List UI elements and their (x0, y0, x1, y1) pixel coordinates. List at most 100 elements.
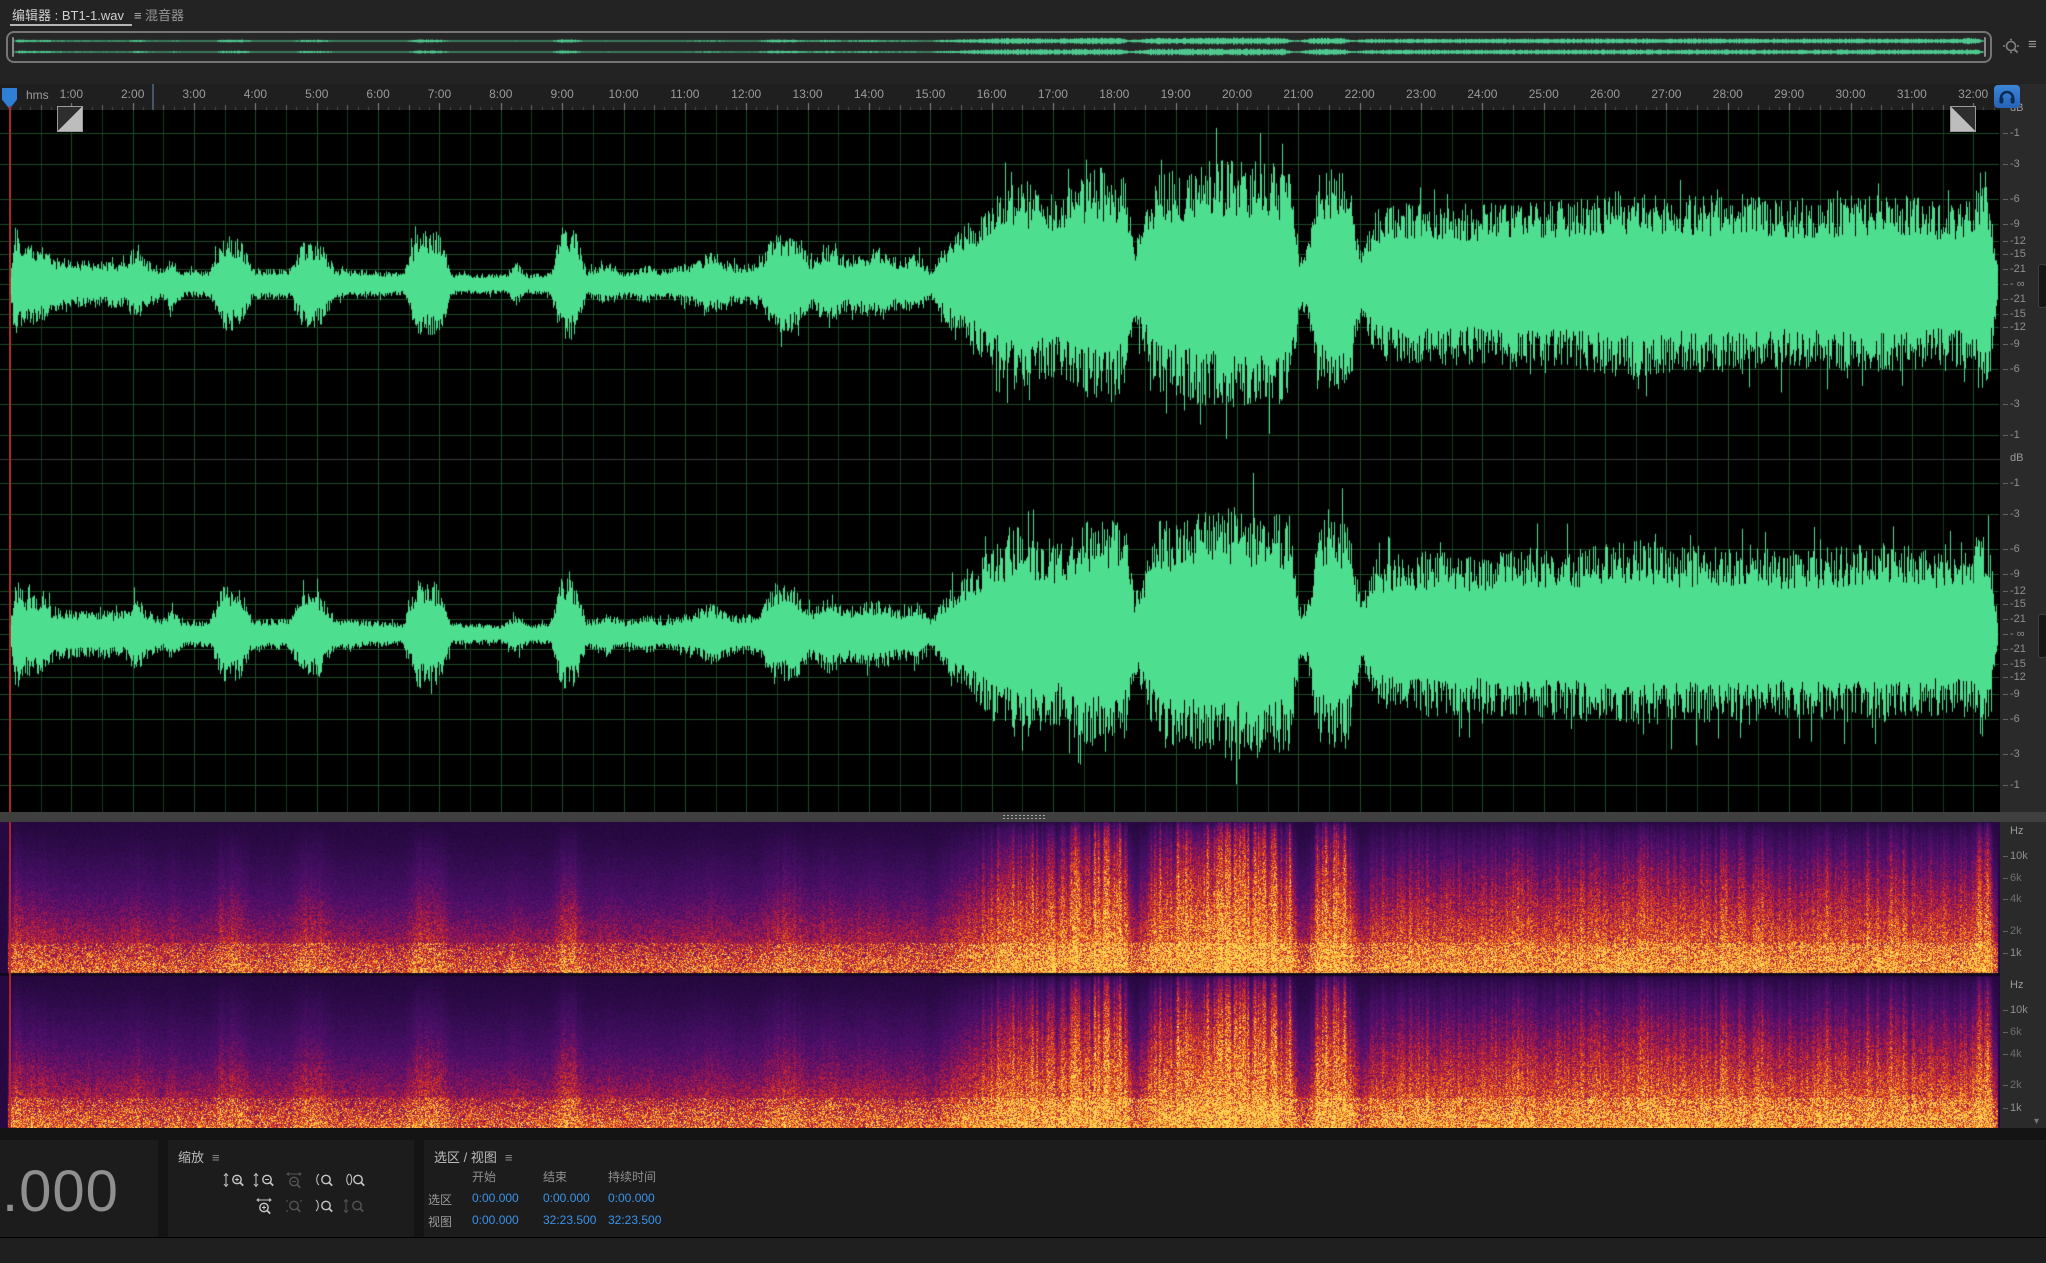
hz-scale-label: 10k (2010, 1005, 2028, 1015)
vertical-scrollbar-thumb-ch1[interactable] (2038, 264, 2046, 308)
db-scale-label: -1 (2010, 478, 2020, 488)
hz-scale-label: 6k (2010, 1027, 2022, 1037)
db-scale-label: -12 (2010, 322, 2026, 332)
db-scale-label: -9 (2010, 219, 2020, 229)
ruler-label: 22:00 (1345, 87, 1375, 101)
hz-scale-label: 4k (2010, 1049, 2022, 1059)
editor-panel-menu-icon[interactable]: ≡ (134, 8, 142, 23)
db-scale-label: -9 (2010, 569, 2020, 579)
ruler-label: 25:00 (1529, 87, 1559, 101)
zoom-panel-menu-icon[interactable]: ≡ (212, 1150, 220, 1165)
db-scale-label: -15 (2010, 659, 2026, 669)
ruler-label: 14:00 (854, 87, 884, 101)
ruler-label: 15:00 (915, 87, 945, 101)
zoom-in-amplitude-button[interactable] (223, 1172, 249, 1192)
db-scale-label: -1 (2010, 128, 2020, 138)
hz-scale-label: 2k (2010, 926, 2022, 936)
zoom-navigate-icon[interactable] (2002, 38, 2022, 58)
hz-scale-label: 4k (2010, 894, 2022, 904)
scale-column: dB-1-3-6-9-12-15-21- ∞-21-15-12-9-6-3-1d… (2000, 84, 2046, 1128)
db-scale-label: -21 (2010, 614, 2026, 624)
overview-thumb-left-handle[interactable] (12, 37, 14, 57)
zoom-panel-header: 缩放 ≡ (178, 1147, 220, 1166)
ruler-label: 4:00 (244, 87, 267, 101)
selection-panel-title: 选区 / 视图 (434, 1150, 497, 1165)
db-scale-label: - ∞ (2010, 279, 2025, 289)
ruler-label: 17:00 (1038, 87, 1068, 101)
hz-scale-label: 1k (2010, 948, 2022, 958)
fade-out-handle[interactable] (1950, 106, 1976, 132)
view-duration-value[interactable]: 32:23.500 (608, 1213, 661, 1227)
db-scale-label: -21 (2010, 644, 2026, 654)
db-scale-label: -12 (2010, 236, 2026, 246)
db-scale-label: -15 (2010, 599, 2026, 609)
column-header-end: 结束 (543, 1168, 567, 1185)
overview-scrollbar-thumb[interactable] (6, 31, 1992, 63)
overview-thumb-right-handle[interactable] (1984, 37, 1986, 57)
ruler-label: 7:00 (428, 87, 451, 101)
db-scale-label: -9 (2010, 689, 2020, 699)
collapse-arrow-icon[interactable]: ▾ (2034, 1116, 2039, 1127)
ruler-label: 2:00 (121, 87, 144, 101)
overview-menu-icon[interactable]: ≡ (2028, 36, 2037, 53)
db-scale-label: -1 (2010, 780, 2020, 790)
playhead-line[interactable] (9, 106, 11, 1128)
db-scale-label: -9 (2010, 339, 2020, 349)
zoom-to-selection-button[interactable] (343, 1172, 369, 1192)
ruler-mark (152, 84, 154, 110)
selection-duration-value[interactable]: 0:00.000 (608, 1191, 655, 1205)
timeline-ruler[interactable]: hms 1:002:003:004:005:006:007:008:009:00… (0, 84, 2000, 110)
headphone-monitor-button[interactable] (1994, 85, 2020, 108)
selection-panel-menu-icon[interactable]: ≡ (505, 1150, 513, 1165)
view-start-value[interactable]: 0:00.000 (472, 1213, 519, 1227)
zoom-panel-title: 缩放 (178, 1150, 204, 1165)
panel-tab-bar: 编辑器 : BT1-1.wav ≡ 混音器 (0, 0, 2046, 29)
db-scale-label: -6 (2010, 194, 2020, 204)
db-scale-label: -21 (2010, 264, 2026, 274)
ruler-label: 10:00 (608, 87, 638, 101)
ruler-unit-label: hms (26, 88, 49, 102)
db-scale-label: -3 (2010, 509, 2020, 519)
spectrogram-canvas[interactable] (0, 822, 2000, 1128)
ruler-label: 8:00 (489, 87, 512, 101)
hz-scale-label: 10k (2010, 851, 2028, 861)
selection-start-value[interactable]: 0:00.000 (472, 1191, 519, 1205)
zoom-in-time-button[interactable] (253, 1198, 279, 1218)
hz-unit-label: Hz (2010, 979, 2023, 991)
ruler-label: 9:00 (550, 87, 573, 101)
ruler-label: 24:00 (1467, 87, 1497, 101)
panel-divider[interactable] (0, 812, 2046, 822)
zoom-out-amplitude-button[interactable] (253, 1172, 279, 1192)
ruler-label: 1:00 (60, 87, 83, 101)
row-label-selection: 选区 (428, 1191, 452, 1208)
ruler-label: 26:00 (1590, 87, 1620, 101)
tab-editor[interactable]: 编辑器 : BT1-1.wav ≡ (12, 5, 142, 24)
tab-editor-label: 编辑器 : BT1-1.wav (12, 8, 124, 23)
ruler-label: 11:00 (670, 87, 699, 101)
view-end-value[interactable]: 32:23.500 (543, 1213, 596, 1227)
ruler-label: 18:00 (1099, 87, 1129, 101)
audition-window: 编辑器 : BT1-1.wav≡ 混音器 ≡ hms 1:002:003:004… (0, 0, 2046, 1263)
db-scale-label: -15 (2010, 309, 2026, 319)
zoom-in-at-out-point-button[interactable] (313, 1198, 339, 1218)
fade-in-handle[interactable] (57, 106, 83, 132)
zoom-in-at-in-point-button[interactable] (313, 1172, 339, 1192)
selection-panel-header: 选区 / 视图 ≡ (434, 1147, 512, 1166)
top-chrome: 编辑器 : BT1-1.wav ≡ 混音器 ≡ (0, 0, 2046, 84)
tab-mixer-label: 混音器 (145, 8, 184, 23)
db-scale-label: -12 (2010, 672, 2026, 682)
zoom-out-full-button (283, 1172, 309, 1192)
zoom-selection-time-button (343, 1198, 369, 1218)
time-display[interactable]: .000 (2, 1158, 119, 1225)
db-scale-label: -1 (2010, 430, 2020, 440)
ruler-label: 5:00 (305, 87, 328, 101)
ruler-label: 27:00 (1651, 87, 1681, 101)
ruler-label: 19:00 (1161, 87, 1191, 101)
tab-mixer[interactable]: 混音器 (145, 5, 184, 24)
ruler-label: 28:00 (1713, 87, 1743, 101)
selection-end-value[interactable]: 0:00.000 (543, 1191, 590, 1205)
vertical-scrollbar-thumb-ch2[interactable] (2038, 614, 2046, 658)
hz-unit-label: Hz (2010, 825, 2023, 837)
ruler-label: 16:00 (977, 87, 1007, 101)
waveform-canvas[interactable] (0, 110, 2000, 812)
